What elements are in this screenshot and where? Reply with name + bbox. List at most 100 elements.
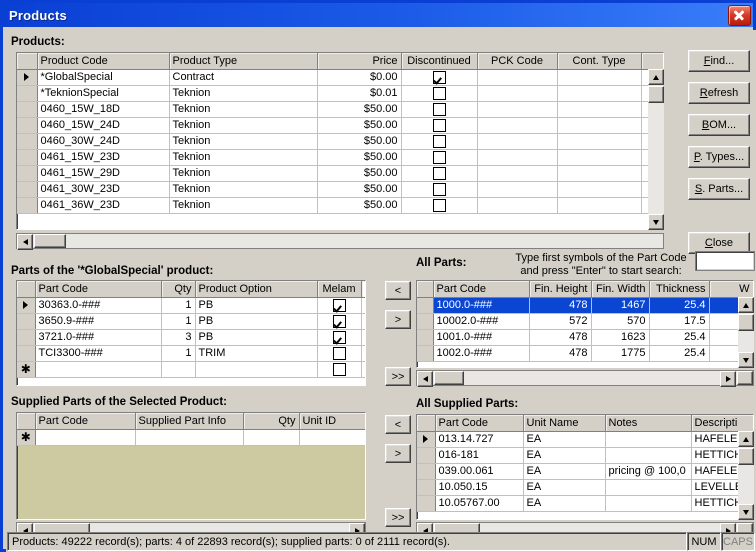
cell-product-code[interactable]: 0461_36W_23D bbox=[37, 197, 170, 214]
table-row[interactable]: 016-181 EA HETTICH bbox=[417, 447, 753, 464]
cell-thickness[interactable]: 17.5 bbox=[649, 313, 710, 330]
cell-discontinued[interactable] bbox=[401, 133, 478, 150]
cell-part-code[interactable]: 013.14.727 bbox=[435, 431, 524, 448]
find-button[interactable]: Find... bbox=[688, 50, 750, 72]
checkbox-checked-icon[interactable] bbox=[432, 70, 446, 84]
table-row[interactable]: 10.050.15 EA LEVELLEI bbox=[417, 479, 753, 496]
cell-pck-code[interactable] bbox=[477, 181, 558, 198]
cell-filler[interactable] bbox=[361, 297, 365, 314]
col-part-code[interactable]: Part Code bbox=[35, 281, 162, 298]
supplied-parts-button[interactable]: S. Parts... bbox=[688, 178, 750, 200]
table-row[interactable]: 0461_30W_23D Teknion $50.00 bbox=[17, 181, 663, 198]
row-select-cell[interactable] bbox=[417, 447, 436, 464]
cell-pck-code[interactable] bbox=[477, 197, 558, 214]
cell-fin-height[interactable]: 478 bbox=[529, 345, 592, 362]
cell-unit-name[interactable]: EA bbox=[523, 479, 606, 496]
cell-product-option[interactable] bbox=[195, 361, 318, 378]
all-supplied-vscroll-thumb[interactable] bbox=[738, 448, 754, 465]
cell-product-type[interactable]: Teknion bbox=[169, 85, 318, 102]
new-row-marker[interactable]: ✱ bbox=[17, 429, 36, 446]
cell-cont-type[interactable] bbox=[557, 165, 642, 182]
cell-cont-type[interactable] bbox=[557, 181, 642, 198]
col-unit-name[interactable]: Unit Name bbox=[523, 415, 606, 432]
cell-notes[interactable]: pricing @ 100,0 bbox=[605, 463, 692, 480]
cell-melam[interactable] bbox=[317, 329, 362, 346]
checkbox-checked-icon[interactable] bbox=[332, 330, 346, 344]
row-select-cell[interactable] bbox=[17, 101, 38, 118]
cell-product-code[interactable]: 0461_15W_23D bbox=[37, 149, 170, 166]
cell-fin-height[interactable]: 572 bbox=[529, 313, 592, 330]
col-thickness[interactable]: Thickness bbox=[649, 281, 710, 298]
table-row[interactable]: 039.00.061 EA pricing @ 100,0 HAFELE bbox=[417, 463, 753, 480]
all-parts-vscroll-thumb[interactable] bbox=[738, 314, 754, 331]
products-scroll-up-button[interactable] bbox=[648, 69, 664, 85]
cell-filler[interactable] bbox=[361, 329, 365, 346]
cell-qty[interactable] bbox=[243, 429, 300, 446]
table-row[interactable]: ✱ bbox=[17, 429, 365, 446]
cell-product-code[interactable]: *GlobalSpecial bbox=[37, 69, 170, 86]
products-scroll-down-button[interactable] bbox=[648, 214, 664, 230]
cell-product-option[interactable]: PB bbox=[195, 329, 318, 346]
cell-filler[interactable] bbox=[361, 345, 365, 362]
row-select-cell[interactable] bbox=[417, 297, 434, 314]
table-row[interactable]: 3650.9-### 1 PB bbox=[17, 313, 365, 330]
cell-qty[interactable]: 3 bbox=[161, 329, 196, 346]
row-select-cell[interactable] bbox=[17, 181, 38, 198]
all-supplied-scroll-down-button[interactable] bbox=[738, 504, 754, 520]
parts-move-all-button[interactable]: >> bbox=[385, 367, 411, 386]
col-unit-id[interactable]: Unit ID bbox=[299, 413, 365, 430]
cell-fin-width[interactable]: 1467 bbox=[591, 297, 650, 314]
checkbox-unchecked-icon[interactable] bbox=[432, 118, 446, 132]
col-product-type[interactable]: Product Type bbox=[169, 53, 318, 70]
cell-qty[interactable]: 1 bbox=[161, 297, 196, 314]
row-current-marker[interactable] bbox=[417, 431, 436, 448]
row-select-cell[interactable] bbox=[417, 345, 434, 362]
col-discontinued[interactable]: Discontinued bbox=[401, 53, 478, 70]
cell-product-option[interactable]: PB bbox=[195, 313, 318, 330]
row-current-marker[interactable] bbox=[17, 69, 38, 86]
cell-product-type[interactable]: Teknion bbox=[169, 197, 318, 214]
products-grid[interactable]: Product Code Product Type Price Disconti… bbox=[16, 52, 664, 230]
cell-pck-code[interactable] bbox=[477, 149, 558, 166]
cell-pck-code[interactable] bbox=[477, 101, 558, 118]
cell-discontinued[interactable] bbox=[401, 181, 478, 198]
cell-unit-name[interactable]: EA bbox=[523, 431, 606, 448]
cell-fin-width[interactable]: 570 bbox=[591, 313, 650, 330]
table-row[interactable]: 1001.0-### 478 1623 25.4 bbox=[417, 329, 753, 346]
cell-thickness[interactable]: 25.4 bbox=[649, 345, 710, 362]
cell-product-code[interactable]: 0461_30W_23D bbox=[37, 181, 170, 198]
cell-product-type[interactable]: Teknion bbox=[169, 117, 318, 134]
cell-cont-type[interactable] bbox=[557, 85, 642, 102]
cell-cont-type[interactable] bbox=[557, 101, 642, 118]
table-row[interactable]: 10002.0-### 572 570 17.5 bbox=[417, 313, 753, 330]
cell-part-code[interactable]: 30363.0-### bbox=[35, 297, 162, 314]
col-pck-code[interactable]: PCK Code bbox=[477, 53, 558, 70]
cell-part-code[interactable]: TCI3300-### bbox=[35, 345, 162, 362]
cell-price[interactable]: $50.00 bbox=[317, 117, 402, 134]
cell-part-code[interactable]: 016-181 bbox=[435, 447, 524, 464]
col-product-option[interactable]: Product Option bbox=[195, 281, 318, 298]
cell-product-code[interactable]: 0461_15W_29D bbox=[37, 165, 170, 182]
table-row[interactable]: 1002.0-### 478 1775 25.4 bbox=[417, 345, 753, 362]
col-price[interactable]: Price bbox=[317, 53, 402, 70]
cell-discontinued[interactable] bbox=[401, 101, 478, 118]
col-asp-part-code[interactable]: Part Code bbox=[435, 415, 524, 432]
col-fin-height[interactable]: Fin. Height bbox=[529, 281, 592, 298]
cell-product-code[interactable]: 0460_15W_24D bbox=[37, 117, 170, 134]
all-supplied-scroll-up-button[interactable] bbox=[738, 431, 754, 447]
cell-discontinued[interactable] bbox=[401, 197, 478, 214]
cell-part-code[interactable]: 3721.0-### bbox=[35, 329, 162, 346]
row-select-cell[interactable] bbox=[17, 345, 36, 362]
cell-pck-code[interactable] bbox=[477, 85, 558, 102]
checkbox-unchecked-icon[interactable] bbox=[432, 134, 446, 148]
cell-part-code[interactable]: 3650.9-### bbox=[35, 313, 162, 330]
cell-part-code[interactable]: 1001.0-### bbox=[433, 329, 530, 346]
checkbox-unchecked-icon[interactable] bbox=[432, 166, 446, 180]
table-row[interactable]: ✱ bbox=[17, 361, 365, 378]
table-row[interactable]: *TeknionSpecial Teknion $0.01 bbox=[17, 85, 663, 102]
products-scroll-left-button[interactable] bbox=[17, 234, 33, 250]
cell-cont-type[interactable] bbox=[557, 197, 642, 214]
cell-product-type[interactable]: Contract bbox=[169, 69, 318, 86]
col-cont-type[interactable]: Cont. Type bbox=[557, 53, 642, 70]
cell-fin-height[interactable]: 478 bbox=[529, 329, 592, 346]
